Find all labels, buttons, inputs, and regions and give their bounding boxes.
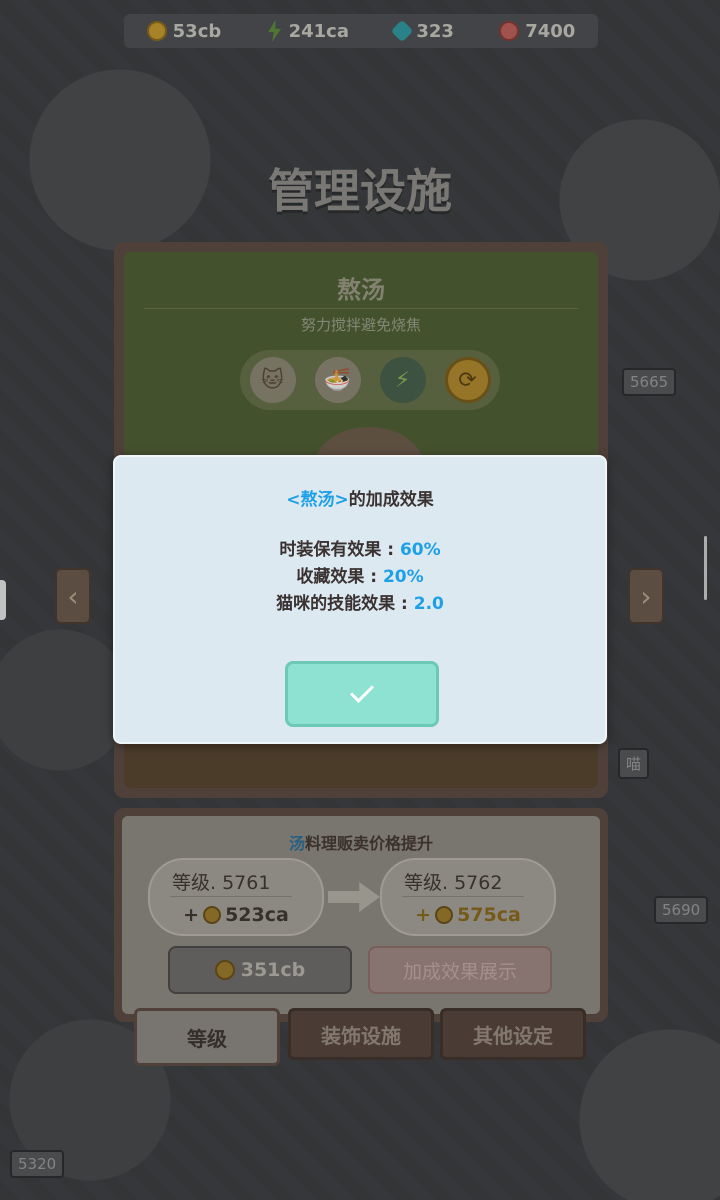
stat-value: 60%: [399, 540, 441, 560]
check-icon: [349, 678, 375, 704]
stat-label: 收藏效果 :: [296, 567, 383, 587]
stat-row: 猫咪的技能效果 : 2.0: [115, 591, 605, 618]
dialog-title-facility: <熬汤>: [286, 490, 349, 510]
stat-row: 收藏效果 : 20%: [115, 564, 605, 591]
stat-value: 2.0: [413, 594, 444, 614]
stat-row: 时装保有效果 : 60%: [115, 537, 605, 564]
stat-label: 时装保有效果 :: [279, 540, 400, 560]
stat-label: 猫咪的技能效果 :: [276, 594, 414, 614]
dialog-title: <熬汤>的加成效果: [115, 485, 605, 510]
bonus-effect-dialog: <熬汤>的加成效果 时装保有效果 : 60% 收藏效果 : 20% 猫咪的技能效…: [113, 455, 607, 744]
stat-value: 20%: [382, 567, 424, 587]
confirm-button[interactable]: [285, 661, 439, 727]
bonus-stat-list: 时装保有效果 : 60% 收藏效果 : 20% 猫咪的技能效果 : 2.0: [115, 537, 605, 618]
dialog-title-text: 的加成效果: [348, 490, 434, 510]
